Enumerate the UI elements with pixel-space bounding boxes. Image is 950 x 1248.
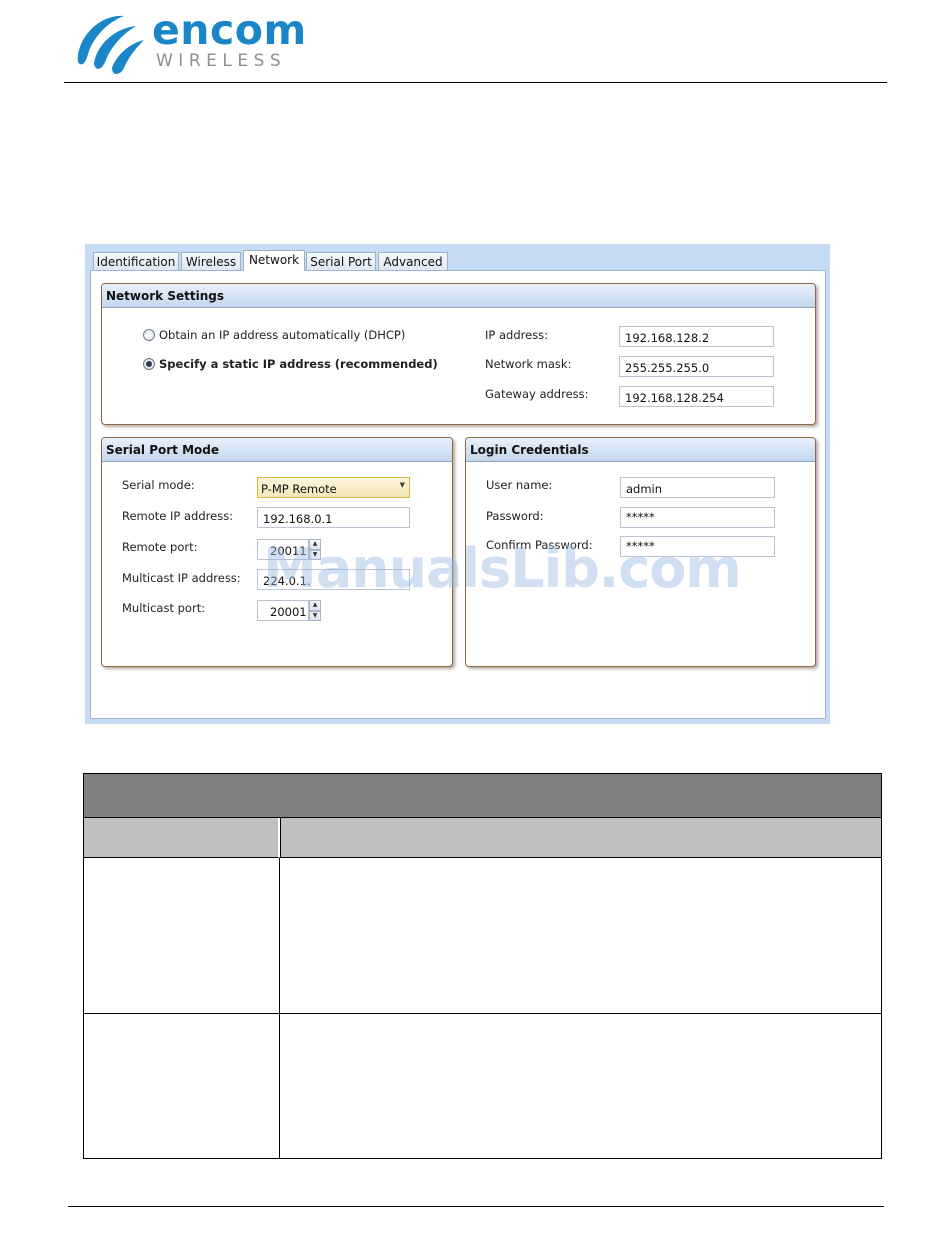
tab-label: Network [248,253,300,267]
user-name-field[interactable]: admin [620,477,775,498]
multicast-ip-label: Multicast IP address: [122,571,241,585]
serial-mode-value: P-MP Remote [261,482,337,496]
brand-name: encom [152,6,307,54]
tab-label: Wireless [185,255,237,269]
tab-label: Serial Port [310,255,372,269]
remote-port-label: Remote port: [122,540,198,554]
settings-table [83,773,882,1159]
watermark: ManualsLib.com [263,537,742,600]
ip-address-field[interactable]: 192.168.128.2 [619,326,774,347]
swirl-logo-icon [77,15,144,74]
static-ip-label: Specify a static IP address (recommended… [159,357,438,371]
dhcp-label: Obtain an IP address automatically (DHCP… [159,328,406,342]
tab-label: Advanced [383,255,443,269]
chevron-down-icon: ▼ [399,481,405,489]
encom-logo: encom WIRELESS [72,6,312,80]
static-ip-radio[interactable] [143,358,155,370]
table-header-cell [84,818,280,858]
multicast-port-field[interactable]: 20001 [257,600,309,621]
group-title: Serial Port Mode [102,438,452,462]
brand-subtitle: WIRELESS [156,51,287,71]
tab-wireless[interactable]: Wireless [181,252,241,270]
gateway-address-label: Gateway address: [485,387,589,401]
serial-mode-select[interactable]: P-MP Remote ▼ [257,477,410,498]
password-label: Password: [486,509,544,523]
tab-network[interactable]: Network [243,250,305,271]
table-row [84,1014,881,1158]
remote-ip-field[interactable]: 192.168.0.1 [257,507,410,528]
remote-ip-label: Remote IP address: [122,509,234,523]
ip-address-label: IP address: [485,328,549,342]
multicast-port-label: Multicast port: [122,601,206,615]
header-divider [64,82,887,83]
network-mask-label: Network mask: [485,357,572,371]
dhcp-radio[interactable] [143,329,155,341]
group-title: Login Credentials [466,438,815,462]
tab-identification[interactable]: Identification [93,252,179,270]
footer-divider [68,1206,884,1207]
network-mask-field[interactable]: 255.255.255.0 [619,356,774,377]
gateway-address-field[interactable]: 192.168.128.254 [619,386,774,407]
tab-serial-port[interactable]: Serial Port [306,252,376,270]
tab-label: Identification [96,255,176,269]
column-divider [279,858,280,1158]
table-row [84,858,881,1014]
user-name-label: User name: [486,478,553,492]
group-title: Network Settings [102,284,815,308]
spin-down-icon[interactable]: ▼ [309,611,321,621]
serial-mode-label: Serial mode: [122,478,195,492]
tab-advanced[interactable]: Advanced [378,252,448,270]
table-header-cell [280,818,881,858]
table-title-row [84,774,881,818]
password-field[interactable]: ***** [620,507,775,528]
spin-up-icon[interactable]: ▲ [309,600,321,611]
